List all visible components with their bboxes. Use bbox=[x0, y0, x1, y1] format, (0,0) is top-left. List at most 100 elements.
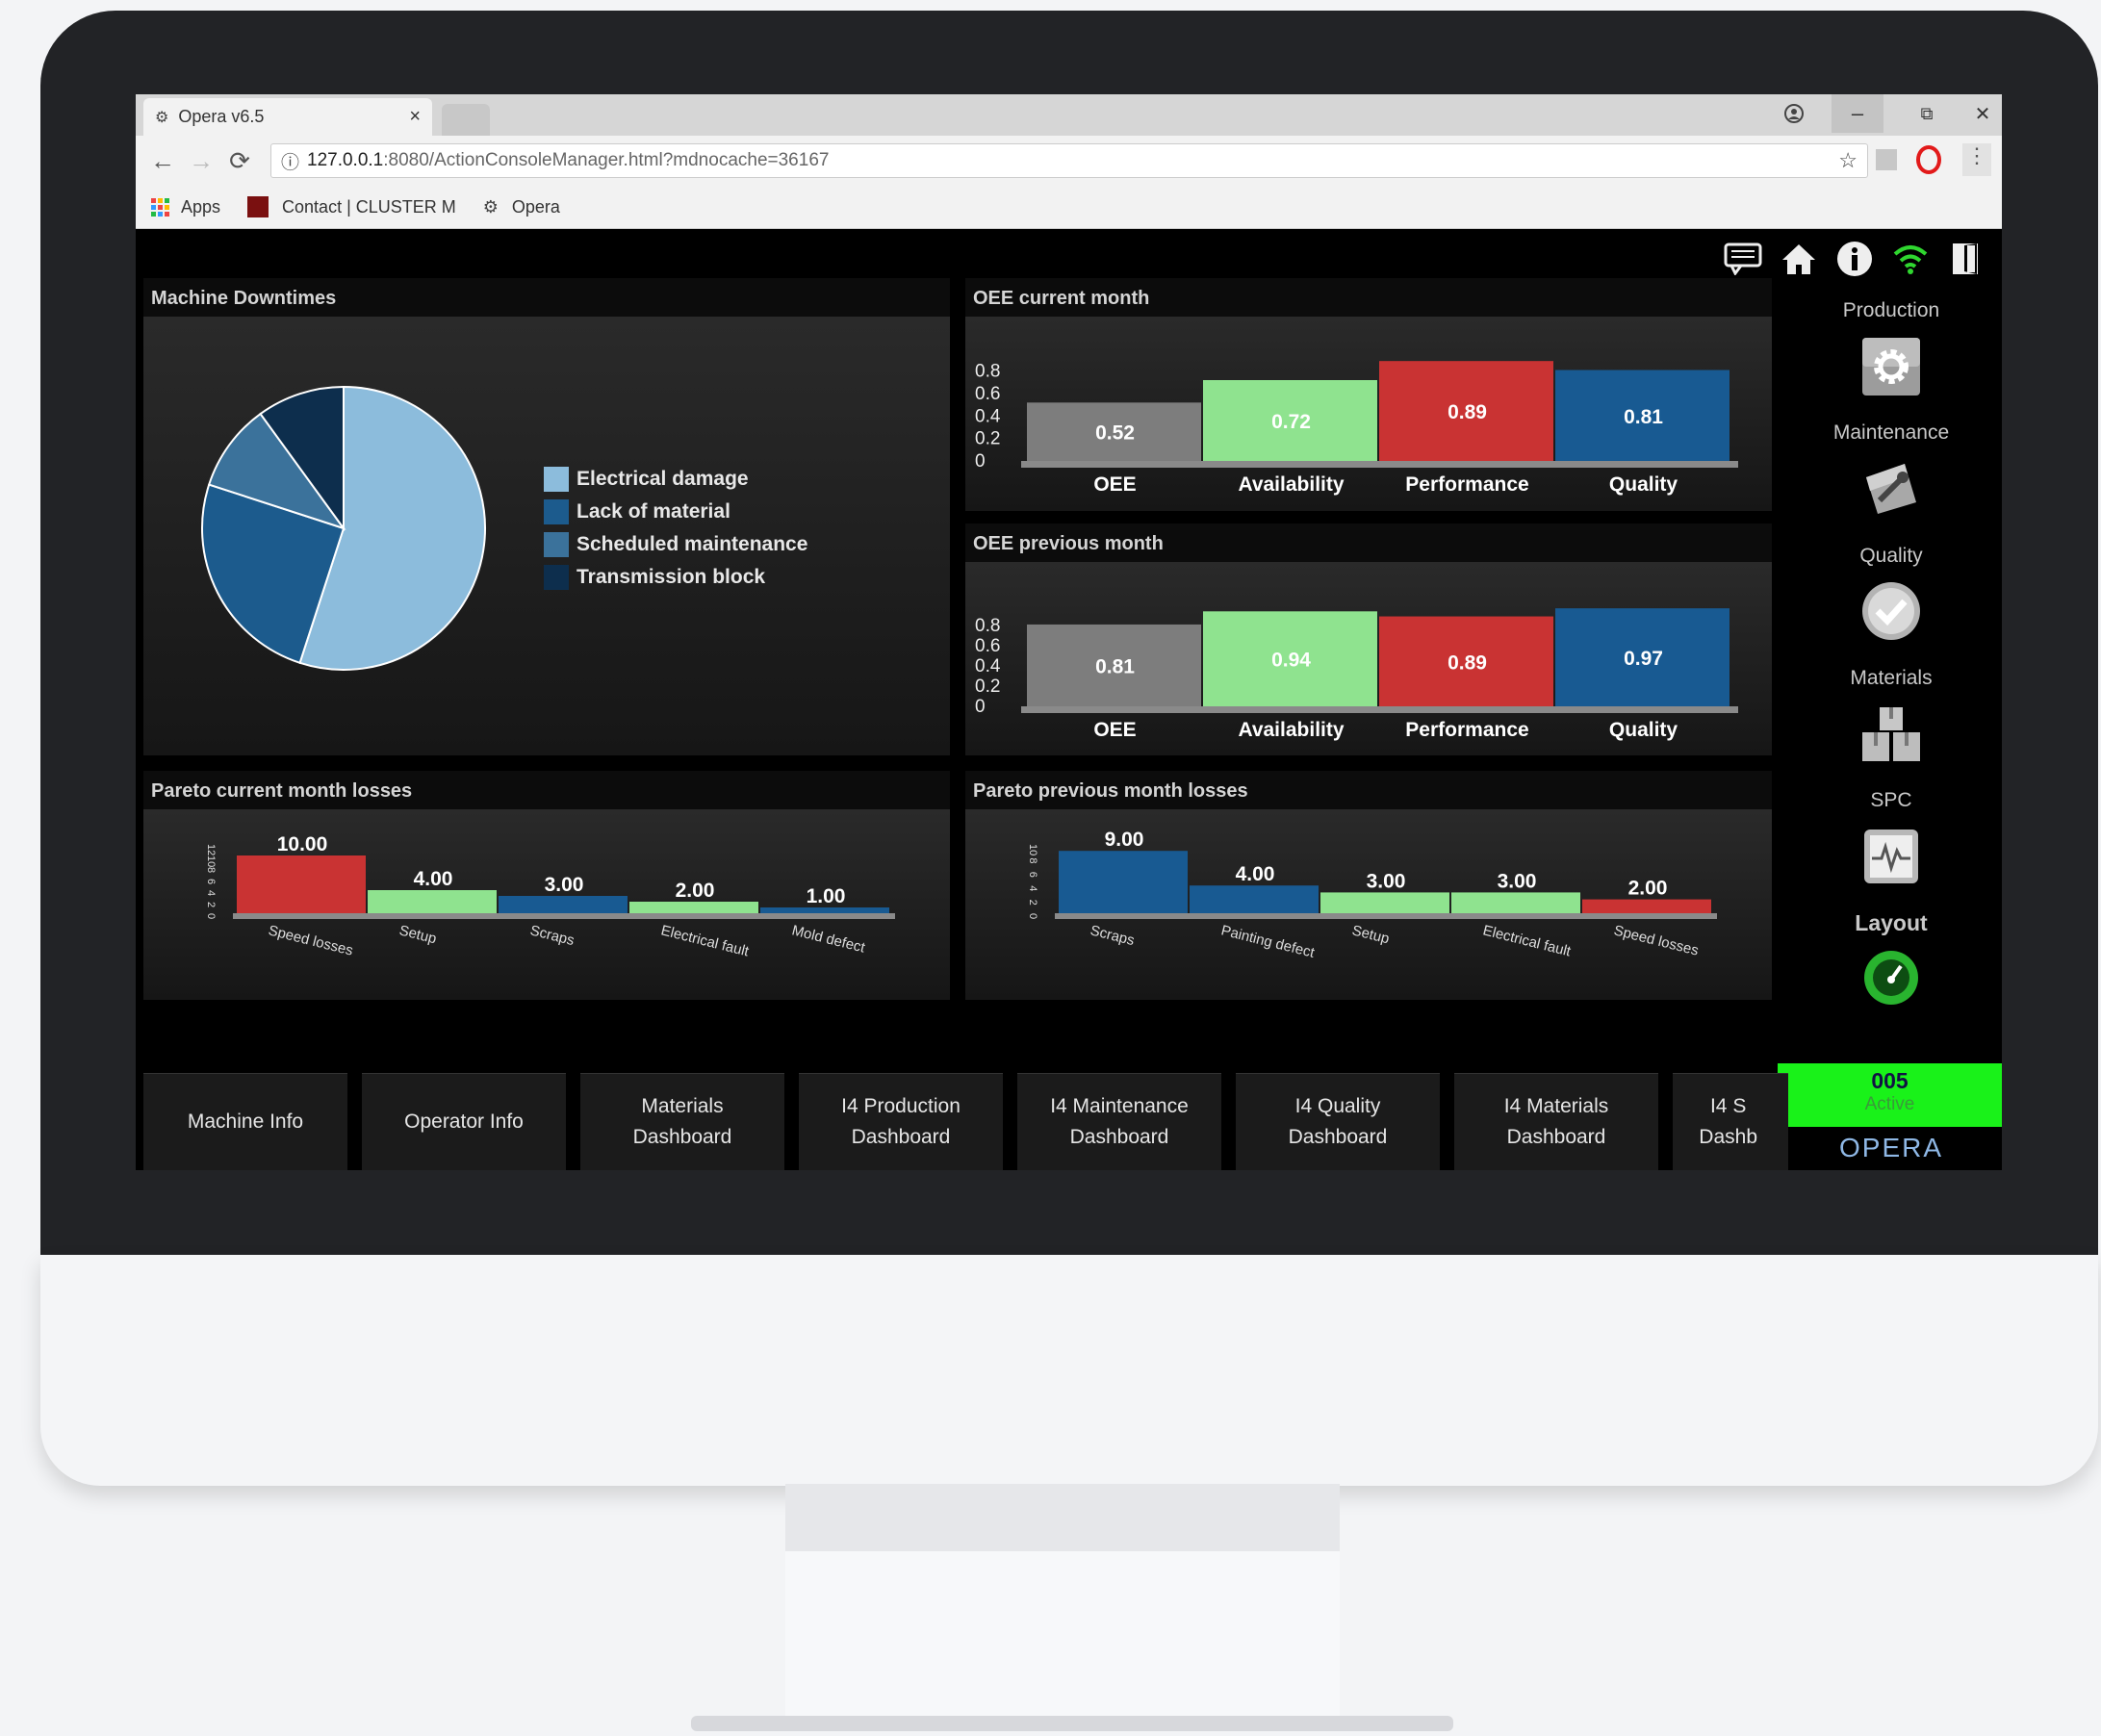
new-tab-button[interactable] bbox=[442, 104, 490, 136]
bar-value-label: 10.00 bbox=[277, 833, 328, 855]
panel-title: Pareto previous month losses bbox=[965, 771, 1772, 809]
browser-tab[interactable]: ⚙ Opera v6.5 × bbox=[143, 98, 432, 136]
y-tick-label: 6 bbox=[205, 879, 217, 884]
nav-button[interactable]: I4 Production Dashboard bbox=[799, 1073, 1003, 1170]
y-tick-label: 8 bbox=[205, 867, 217, 873]
bar bbox=[760, 907, 889, 913]
x-tick-label: Painting defect bbox=[1219, 922, 1317, 961]
tab-close-icon[interactable]: × bbox=[409, 106, 421, 128]
bar-value-label: 4.00 bbox=[1236, 863, 1275, 885]
y-tick-label: 8 bbox=[1027, 857, 1038, 863]
monitor-neck bbox=[785, 1484, 1340, 1551]
bar-value-label: 3.00 bbox=[1367, 870, 1406, 892]
x-tick-label: Setup bbox=[1350, 922, 1391, 947]
x-tick-label: Availability bbox=[1238, 719, 1344, 741]
bookmark-label: Contact | CLUSTER M bbox=[282, 196, 456, 217]
y-tick-label: 2 bbox=[1027, 900, 1038, 906]
nav-button[interactable]: Machine Info bbox=[143, 1073, 347, 1170]
y-tick-label: 6 bbox=[1027, 872, 1038, 878]
spc-label: SPC bbox=[1870, 789, 1912, 811]
y-tick-label: 0 bbox=[975, 451, 986, 472]
y-tick-label: 0 bbox=[1027, 913, 1038, 919]
maintenance-label: Maintenance bbox=[1832, 421, 1950, 444]
quality-label: Quality bbox=[1859, 545, 1923, 567]
legend-label: Transmission block bbox=[576, 566, 766, 588]
apps-grid-icon bbox=[151, 197, 169, 217]
nav-button[interactable]: I4 S Dashb bbox=[1673, 1073, 1788, 1170]
y-tick-label: 0.8 bbox=[975, 616, 1000, 636]
nav-button[interactable]: I4 Materials Dashboard bbox=[1454, 1073, 1658, 1170]
x-axis-line bbox=[1021, 706, 1738, 713]
extension-icon[interactable] bbox=[1876, 149, 1897, 170]
bookmark-contact[interactable]: Contact | CLUSTER M bbox=[247, 196, 456, 217]
opera-icon[interactable] bbox=[1916, 145, 1941, 174]
close-window-button[interactable]: ✕ bbox=[1964, 94, 2001, 133]
oee-current-panel: OEE current month 0.8 0.6 0.4 0.2 0 0.52 OEE 0.… bbox=[965, 278, 1772, 511]
legend-item: Scheduled maintenance bbox=[544, 528, 807, 561]
panel-title: Pareto current month losses bbox=[143, 771, 950, 809]
bar-value-label: 3.00 bbox=[1498, 870, 1537, 892]
x-tick-label: Electrical fault bbox=[659, 922, 752, 959]
info-icon[interactable]: ⓘ bbox=[281, 148, 299, 174]
y-tick-label: 0.4 bbox=[975, 656, 1001, 677]
monitor-stand bbox=[785, 1551, 1340, 1723]
bookmark-star-icon[interactable]: ☆ bbox=[1838, 148, 1858, 173]
x-tick-label: Speed losses bbox=[267, 922, 354, 958]
nav-button[interactable]: I4 Quality Dashboard bbox=[1236, 1073, 1440, 1170]
y-tick-label: 0.2 bbox=[975, 429, 1000, 449]
layout-gauge-icon[interactable] bbox=[1862, 949, 1920, 1007]
y-tick-label: 0 bbox=[205, 913, 217, 919]
nav-button[interactable]: Materials Dashboard bbox=[580, 1073, 784, 1170]
quality-check-icon[interactable] bbox=[1860, 580, 1922, 642]
legend-label: Electrical damage bbox=[576, 468, 749, 490]
bar bbox=[499, 896, 628, 913]
bar-value-label: 0.81 bbox=[1624, 406, 1663, 428]
legend-item: Transmission block bbox=[544, 561, 807, 594]
spc-monitor-icon[interactable] bbox=[1860, 826, 1922, 887]
minimize-button[interactable]: – bbox=[1832, 94, 1883, 133]
y-tick-label: 0.4 bbox=[975, 406, 1001, 426]
panel-title: OEE current month bbox=[965, 278, 1772, 317]
messages-icon[interactable] bbox=[1722, 238, 1764, 280]
y-tick-label: 0.6 bbox=[975, 636, 1000, 656]
x-tick-label: Setup bbox=[397, 922, 438, 947]
status-code: 005 bbox=[1871, 1068, 1909, 1093]
machine-downtimes-panel: Machine Downtimes Electrical damage Lack … bbox=[143, 278, 950, 755]
bookmarks-bar: Apps Contact | CLUSTER M ⚙ Opera bbox=[136, 186, 2002, 229]
opera-favicon-icon: ⚙ bbox=[155, 109, 169, 126]
bookmark-opera[interactable]: ⚙ Opera bbox=[483, 197, 560, 217]
y-tick-label: 0.6 bbox=[975, 384, 1000, 404]
production-gear-icon[interactable] bbox=[1860, 336, 1922, 397]
x-tick-label: Performance bbox=[1405, 473, 1528, 496]
y-tick-label: 12 bbox=[205, 844, 217, 855]
bar-value-label: 2.00 bbox=[1628, 878, 1668, 900]
bookmark-apps[interactable]: Apps bbox=[151, 197, 220, 217]
y-tick-label: 0.2 bbox=[975, 677, 1000, 697]
materials-boxes-icon[interactable] bbox=[1860, 703, 1922, 765]
maintenance-wrench-icon[interactable] bbox=[1860, 458, 1922, 520]
nav-button[interactable]: Operator Info bbox=[362, 1073, 566, 1170]
layout-label: Layout bbox=[1855, 910, 1928, 935]
bar-value-label: 2.00 bbox=[676, 880, 715, 902]
bar bbox=[368, 890, 497, 913]
bar-value-label: 1.00 bbox=[807, 885, 846, 907]
y-tick-label: 10 bbox=[205, 855, 217, 867]
bookmark-label: Apps bbox=[181, 196, 221, 217]
forward-arrow-icon[interactable]: → bbox=[182, 146, 220, 176]
nav-button[interactable]: I4 Maintenance Dashboard bbox=[1017, 1073, 1221, 1170]
panel-body: Electrical damage Lack of material Schedul… bbox=[143, 317, 950, 755]
oee-current-chart: 0.80.60.4 0.20 0.52 OEE 0.72 Availability 0.89… bbox=[975, 361, 1738, 496]
bar bbox=[1320, 892, 1449, 913]
profile-icon[interactable] bbox=[1768, 94, 1820, 133]
bar-value-label: 0.89 bbox=[1448, 401, 1487, 423]
panel-body: 0.8 0.6 0.4 0.2 0 0.81 OEE 0.94 Availability 0.89… bbox=[965, 562, 1772, 755]
menu-dots-icon[interactable]: ⋮ bbox=[1962, 143, 1991, 176]
monitor-base bbox=[691, 1716, 1453, 1731]
restore-button[interactable]: ⧉ bbox=[1901, 94, 1953, 133]
reload-icon[interactable]: ⟳ bbox=[220, 146, 259, 176]
back-arrow-icon[interactable]: ← bbox=[143, 146, 182, 176]
pareto-previous-chart: 10 8 6 4 2 0 9.00 Scraps 4.00 Painting defect 3.00… bbox=[1027, 829, 1717, 961]
x-axis-line bbox=[233, 913, 895, 919]
address-input[interactable]: ⓘ 127.0.0.1:8080/ActionConsoleManager.ht… bbox=[270, 143, 1868, 178]
bar bbox=[1190, 885, 1319, 913]
